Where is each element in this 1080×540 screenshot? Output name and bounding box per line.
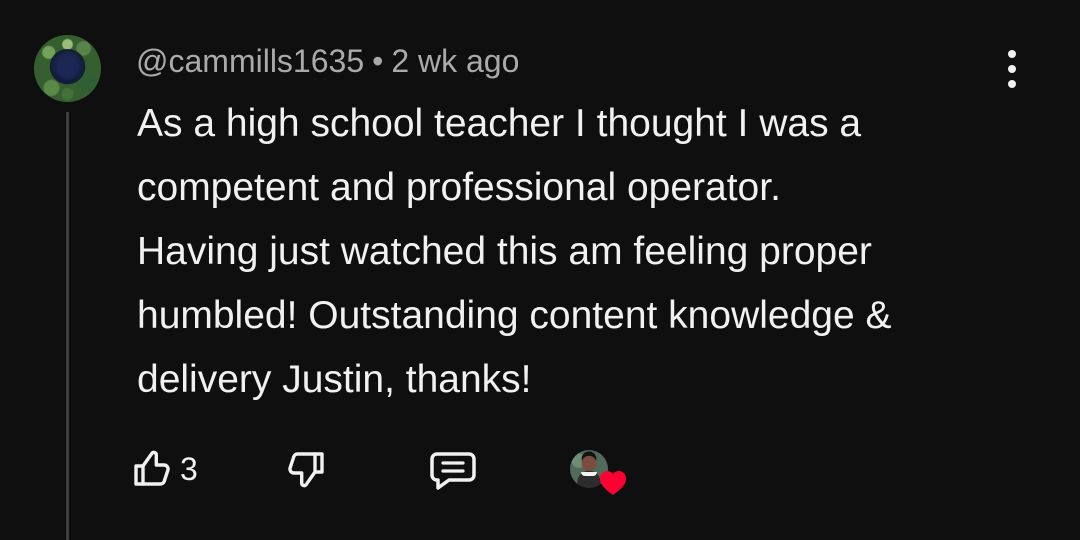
more-dot — [1008, 50, 1016, 58]
like-count: 3 — [180, 451, 198, 487]
heart-icon — [598, 469, 628, 497]
more-dot — [1008, 80, 1016, 88]
like-button[interactable]: 3 — [132, 441, 198, 497]
comment-body-line: competent and professional operator. — [137, 166, 781, 209]
more-dot — [1008, 65, 1016, 73]
comment-thread-line — [66, 112, 69, 540]
thumbs-down-icon — [288, 449, 326, 489]
comment-body: As a high school teacher I thought I was… — [137, 92, 1017, 412]
comment-actions: 3 — [132, 441, 652, 501]
comment-body-line: As a high school teacher I thought I was… — [137, 102, 862, 145]
reply-comment-icon — [428, 445, 478, 493]
reply-button[interactable] — [428, 441, 478, 497]
dislike-button[interactable] — [288, 441, 326, 497]
thumbs-up-icon — [132, 449, 170, 489]
comment-time: 2 wk ago — [391, 43, 520, 79]
metadata-separator: • — [372, 43, 384, 79]
author-avatar[interactable] — [34, 35, 101, 102]
comment-body-line: Having just watched this am feeling prop… — [137, 230, 872, 273]
comment-body-line: humbled! Outstanding content knowledge & — [137, 294, 892, 337]
comment-metadata: @cammills1635 • 2 wk ago — [136, 41, 519, 81]
comment-body-line: delivery Justin, thanks! — [137, 358, 532, 401]
author-name[interactable]: @cammills1635 — [136, 41, 364, 81]
creator-heart-badge — [570, 441, 626, 497]
more-vertical-icon[interactable] — [996, 43, 1028, 95]
